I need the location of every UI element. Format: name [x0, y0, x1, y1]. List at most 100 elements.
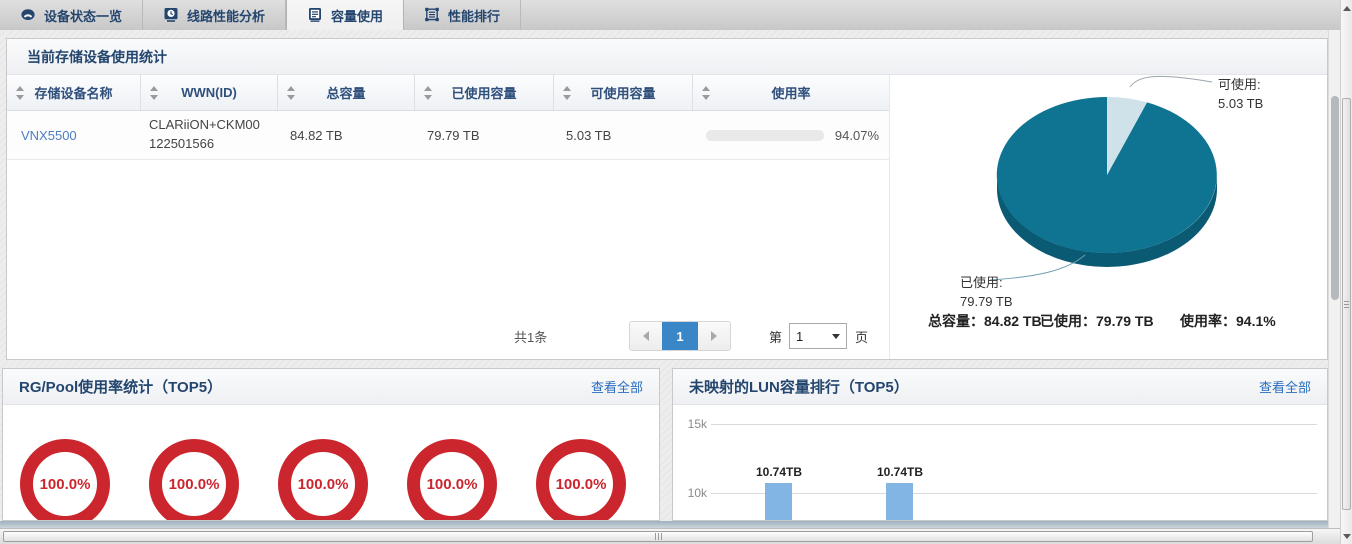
tab-capacity-usage[interactable]: 容量使用: [286, 0, 405, 30]
rg-pool-panel-title: RG/Pool使用率统计（TOP5）: [19, 379, 223, 396]
bottom-edge-strip: [0, 521, 1340, 528]
arrow-up-icon: [1342, 5, 1351, 11]
bar-value-label: 10.74TB: [876, 465, 924, 479]
page-prefix-label: 第: [769, 330, 783, 345]
lun-panel-header: 未映射的LUN容量排行（TOP5） 查看全部: [673, 369, 1327, 405]
bar-value-label: 10.74TB: [755, 465, 803, 479]
gauge-value: 100.0%: [555, 475, 607, 493]
page-select[interactable]: 1: [789, 323, 847, 349]
lun-view-all-link[interactable]: 查看全部: [1259, 377, 1311, 396]
usage-cell: 94.07%: [693, 111, 889, 159]
pie-slice-used[interactable]: [996, 96, 1217, 253]
summary-total: 总容量：84.82 TB: [928, 313, 1042, 329]
gauge-value: 100.0%: [426, 475, 478, 493]
pager: 1: [629, 321, 731, 351]
total-capacity-cell: 84.82 TB: [290, 127, 343, 143]
sort-icon[interactable]: [563, 85, 571, 100]
gauge-value: 100.0%: [168, 475, 220, 493]
available-capacity-cell: 5.03 TB: [566, 127, 612, 143]
used-capacity-cell: 79.79 TB: [427, 127, 480, 143]
lun-panel-title: 未映射的LUN容量排行（TOP5）: [689, 379, 909, 396]
callout-line-available: [1129, 75, 1213, 88]
usage-gauge[interactable]: 100.0%: [536, 439, 626, 520]
rg-pool-panel: RG/Pool使用率统计（TOP5） 查看全部 100.0% 100.0% 10…: [2, 368, 660, 521]
capacity-usage-icon: [307, 7, 323, 23]
usage-gauge[interactable]: 100.0%: [149, 439, 239, 520]
sort-icon[interactable]: [287, 85, 295, 100]
tab-label: 容量使用: [331, 8, 384, 24]
gridline: [711, 493, 1317, 494]
scroll-down-button[interactable]: [1341, 528, 1352, 544]
device-status-icon: [20, 7, 36, 23]
performance-rank-icon: [424, 7, 440, 23]
usage-progress-bar: [706, 129, 824, 141]
device-name-link[interactable]: VNX5500: [21, 128, 77, 143]
column-header-usage: 使用率: [771, 86, 811, 101]
storage-panel-title: 当前存储设备使用统计: [27, 48, 167, 65]
next-page-button[interactable]: [698, 322, 730, 350]
page-suffix-label: 页: [855, 330, 869, 345]
rg-pool-view-all-link[interactable]: 查看全部: [591, 377, 643, 396]
sort-icon[interactable]: [16, 85, 24, 100]
arrow-down-icon: [1342, 533, 1351, 539]
pagination: 共1条 1 第 1 页: [7, 319, 889, 351]
gauge-value: 100.0%: [39, 475, 91, 493]
table-header-row: 存储设备名称 WWN(ID) 总容量 已使用容量 可使用容量 使用率: [7, 75, 889, 111]
table-row: VNX5500 CLARiiON+CKM00122501566 84.82 TB…: [7, 111, 889, 160]
pie-callout-available: 可使用: 5.03 TB: [1218, 77, 1264, 111]
chevron-left-icon: [643, 331, 649, 341]
tab-device-status[interactable]: 设备状态一览: [0, 0, 144, 30]
summary-usage: 使用率：94.1%: [1180, 313, 1276, 329]
prev-page-button[interactable]: [630, 322, 662, 350]
tab-performance-rank[interactable]: 性能排行: [404, 0, 522, 30]
horizontal-scrollbar[interactable]: [0, 528, 1340, 544]
capacity-pie-area: 可使用: 5.03 TB 已使用: 79.79 TB 总容量：84.82 TB …: [889, 75, 1328, 359]
page-select-value: 1: [796, 328, 804, 344]
lun-bar-chart: 15k 10k 10.74TB 10.74TB: [673, 405, 1327, 520]
wwn-cell: CLARiiON+CKM00122501566: [149, 117, 260, 151]
sort-icon[interactable]: [150, 85, 158, 100]
lun-bar-1[interactable]: [886, 482, 913, 520]
summary-used: 已使用：79.79 TB: [1040, 313, 1154, 329]
inner-vertical-scrollbar[interactable]: [1328, 30, 1340, 528]
storage-table: 存储设备名称 WWN(ID) 总容量 已使用容量 可使用容量 使用率 VNX55…: [7, 75, 890, 359]
current-page-button[interactable]: 1: [662, 322, 698, 350]
scrollbar-grip: [658, 533, 659, 540]
tab-label: 线路性能分析: [187, 8, 266, 24]
usage-percent-text: 94.07%: [834, 127, 879, 143]
line-performance-icon: [163, 7, 179, 23]
lun-capacity-panel: 未映射的LUN容量排行（TOP5） 查看全部 15k 10k 10.74TB 1…: [672, 368, 1328, 521]
inner-vertical-scrollbar-thumb[interactable]: [1331, 96, 1339, 300]
sort-icon[interactable]: [424, 85, 432, 100]
gridline: [711, 424, 1317, 425]
total-count-label: 共1条: [514, 330, 548, 345]
storage-usage-panel: 当前存储设备使用统计 存储设备名称 WWN(ID) 总容量 已使用容量 可使用容…: [6, 38, 1328, 360]
y-axis-tick: 10k: [687, 486, 707, 500]
caret-down-icon: [832, 333, 840, 339]
usage-gauge[interactable]: 100.0%: [20, 439, 110, 520]
chevron-right-icon: [711, 331, 717, 341]
tab-line-performance[interactable]: 线路性能分析: [143, 0, 287, 30]
lun-bar-0[interactable]: [765, 482, 792, 520]
usage-gauge[interactable]: 100.0%: [407, 439, 497, 520]
column-header-wwn: WWN(ID): [181, 85, 237, 100]
outer-vertical-scrollbar-thumb[interactable]: [1342, 98, 1351, 510]
tab-label: 性能排行: [448, 8, 501, 24]
column-header-used: 已使用容量: [451, 86, 517, 101]
gauge-row: 100.0% 100.0% 100.0% 100.0% 100.0%: [3, 405, 659, 520]
outer-vertical-scrollbar[interactable]: [1340, 0, 1352, 544]
tabbar: 设备状态一览 线路性能分析 容量使用 性能排行: [0, 0, 1340, 31]
column-header-total: 总容量: [326, 86, 366, 101]
gauge-value: 100.0%: [297, 475, 349, 493]
column-header-available: 可使用容量: [590, 86, 656, 101]
sort-icon[interactable]: [702, 85, 710, 100]
storage-panel-header: 当前存储设备使用统计: [7, 39, 1327, 75]
y-axis-tick: 15k: [687, 417, 707, 431]
tab-label: 设备状态一览: [44, 8, 123, 24]
scroll-up-button[interactable]: [1341, 0, 1352, 16]
column-header-device-name: 存储设备名称: [34, 86, 113, 101]
usage-gauge[interactable]: 100.0%: [278, 439, 368, 520]
horizontal-scrollbar-thumb[interactable]: [3, 531, 1313, 542]
pie-callout-used: 已使用: 79.79 TB: [960, 275, 1013, 309]
rg-pool-panel-header: RG/Pool使用率统计（TOP5） 查看全部: [3, 369, 659, 405]
